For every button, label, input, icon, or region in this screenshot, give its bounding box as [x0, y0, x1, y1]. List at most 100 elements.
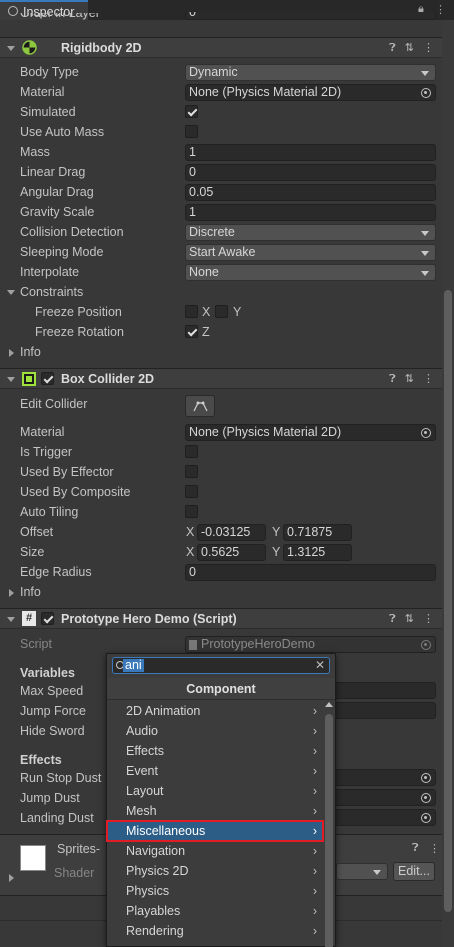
use-auto-mass-label: Use Auto Mass: [20, 125, 105, 139]
size-y-field[interactable]: 1.3125: [283, 544, 352, 561]
size-x-field[interactable]: 0.5625: [197, 544, 266, 561]
scroll-up-icon[interactable]: [325, 702, 333, 707]
menu-item-navigation[interactable]: Navigation ›: [107, 841, 323, 861]
angular-drag-label: Angular Drag: [20, 185, 94, 199]
inspector-scrollbar[interactable]: [442, 20, 454, 947]
shader-dropdown[interactable]: [336, 863, 388, 880]
box-collider-header[interactable]: Box Collider 2D ❓︎ ⇅ ⋮: [0, 368, 442, 389]
rigidbody-header[interactable]: Rigidbody 2D ❓︎ ⇅ ⋮: [0, 37, 442, 58]
object-picker-icon[interactable]: [421, 773, 431, 783]
menu-item-playables[interactable]: Playables ›: [107, 901, 323, 921]
help-icon[interactable]: ❓︎: [389, 42, 396, 55]
popup-scrollbar[interactable]: [323, 702, 335, 947]
object-picker-icon[interactable]: [421, 793, 431, 803]
linear-drag-label: Linear Drag: [20, 165, 86, 179]
object-picker-icon: [421, 640, 431, 650]
angular-drag-field[interactable]: 0.05: [185, 184, 436, 201]
chevron-right-icon: ›: [312, 924, 317, 938]
order-in-layer-field[interactable]: 0: [185, 12, 436, 20]
material-object-field[interactable]: None (Physics Material 2D): [185, 84, 436, 101]
help-icon[interactable]: ❓︎: [412, 842, 419, 855]
material-foldout-icon[interactable]: [9, 874, 14, 882]
freeze-z-label: Z: [202, 325, 210, 339]
menu-item-miscellaneous[interactable]: Miscellaneous ›: [106, 820, 324, 842]
collision-detection-label: Collision Detection: [20, 225, 124, 239]
freeze-position-y-checkbox[interactable]: [215, 305, 228, 318]
script-enabled-checkbox[interactable]: [41, 612, 54, 625]
popup-scrollbar-thumb[interactable]: [325, 714, 333, 947]
menu-item-rendering[interactable]: Rendering ›: [107, 921, 323, 941]
gravity-scale-field[interactable]: 1: [185, 204, 436, 221]
object-picker-icon[interactable]: [421, 428, 431, 438]
search-text: ani: [123, 658, 144, 672]
chevron-right-icon: ›: [312, 744, 317, 758]
info-foldout-icon[interactable]: [9, 349, 14, 357]
chevron-right-icon: ›: [312, 704, 317, 718]
more-menu-icon[interactable]: ⋮: [435, 3, 446, 16]
clear-search-icon[interactable]: ✕: [315, 658, 325, 672]
preset-icon[interactable]: ⇅: [405, 41, 414, 54]
used-by-effector-label: Used By Effector: [20, 465, 114, 479]
collision-detection-dropdown[interactable]: Discrete: [185, 224, 436, 241]
object-picker-icon[interactable]: [421, 813, 431, 823]
context-menu-icon[interactable]: ⋮: [423, 372, 434, 385]
menu-item-physics-2d[interactable]: Physics 2D ›: [107, 861, 323, 881]
collider-info-label[interactable]: Info: [20, 585, 41, 599]
constraints-foldout-icon[interactable]: [7, 290, 15, 295]
freeze-x-label: X: [202, 305, 211, 319]
size-label: Size: [20, 545, 45, 559]
size-x-label: X: [186, 545, 195, 559]
edit-collider-button[interactable]: [185, 395, 215, 417]
context-menu-icon[interactable]: ⋮: [429, 842, 440, 855]
menu-item-2d-animation[interactable]: 2D Animation ›: [107, 701, 323, 721]
collider-material-object-field[interactable]: None (Physics Material 2D): [185, 424, 436, 441]
foldout-arrow-icon[interactable]: [7, 617, 15, 622]
rigidbody-info-label[interactable]: Info: [20, 345, 41, 359]
menu-item-mesh[interactable]: Mesh ›: [107, 801, 323, 821]
auto-tiling-checkbox[interactable]: [185, 505, 198, 518]
foldout-arrow-icon[interactable]: [7, 46, 15, 51]
object-picker-icon[interactable]: [421, 88, 431, 98]
component-search-input[interactable]: ani ✕: [112, 657, 330, 674]
preset-icon[interactable]: ⇅: [405, 612, 414, 625]
script-file-icon: [189, 640, 197, 650]
simulated-checkbox[interactable]: [185, 105, 198, 118]
foldout-arrow-icon[interactable]: [7, 377, 15, 382]
menu-item-layout[interactable]: Layout ›: [107, 781, 323, 801]
offset-y-field[interactable]: 0.71875: [283, 524, 352, 541]
use-auto-mass-checkbox[interactable]: [185, 125, 198, 138]
chevron-right-icon: ›: [312, 784, 317, 798]
script-header[interactable]: # Prototype Hero Demo (Script) ❓︎ ⇅ ⋮: [0, 608, 442, 629]
offset-x-field[interactable]: -0.03125: [197, 524, 266, 541]
gravity-scale-label: Gravity Scale: [20, 205, 95, 219]
help-icon[interactable]: ❓︎: [389, 373, 396, 386]
menu-item-effects[interactable]: Effects ›: [107, 741, 323, 761]
context-menu-icon[interactable]: ⋮: [423, 612, 434, 625]
freeze-rotation-z-checkbox[interactable]: [185, 325, 198, 338]
mass-field[interactable]: 1: [185, 144, 436, 161]
context-menu-icon[interactable]: ⋮: [423, 41, 434, 54]
menu-item-audio[interactable]: Audio ›: [107, 721, 323, 741]
menu-item-physics[interactable]: Physics ›: [107, 881, 323, 901]
scrollbar-thumb[interactable]: [444, 290, 452, 912]
preset-icon[interactable]: ⇅: [405, 372, 414, 385]
box-collider-enabled-checkbox[interactable]: [41, 372, 54, 385]
menu-item-event[interactable]: Event ›: [107, 761, 323, 781]
linear-drag-field[interactable]: 0: [185, 164, 436, 181]
edge-radius-field[interactable]: 0: [185, 564, 436, 581]
add-component-popup: ani ✕ Component 2D Animation › Audio › Eff…: [106, 653, 336, 947]
help-icon[interactable]: ❓︎: [389, 613, 396, 626]
body-type-dropdown[interactable]: Dynamic: [185, 64, 436, 81]
used-by-composite-checkbox[interactable]: [185, 485, 198, 498]
edit-shader-button[interactable]: Edit...: [393, 862, 435, 881]
interpolate-dropdown[interactable]: None: [185, 264, 436, 281]
box-collider-icon: [22, 372, 36, 386]
constraints-label[interactable]: Constraints: [20, 285, 83, 299]
used-by-effector-checkbox[interactable]: [185, 465, 198, 478]
info-foldout-icon[interactable]: [9, 589, 14, 597]
order-in-layer-label: Order in Layer: [20, 13, 100, 20]
chevron-right-icon: ›: [312, 904, 317, 918]
sleeping-mode-dropdown[interactable]: Start Awake: [185, 244, 436, 261]
freeze-position-x-checkbox[interactable]: [185, 305, 198, 318]
is-trigger-checkbox[interactable]: [185, 445, 198, 458]
